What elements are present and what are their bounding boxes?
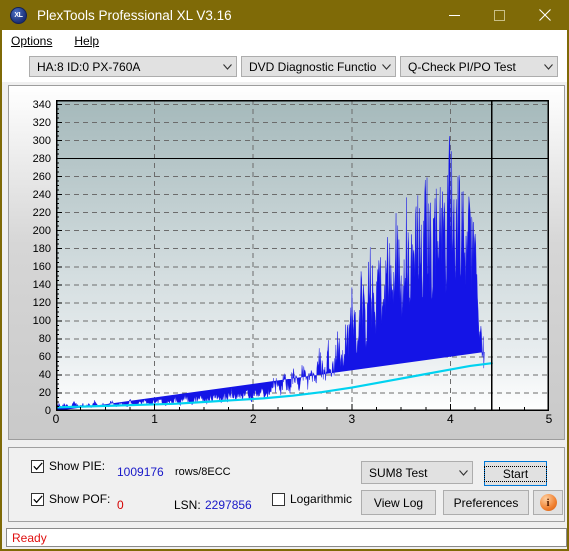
start-button-label: Start: [483, 465, 548, 482]
preferences-button-label: Preferences: [453, 495, 519, 510]
window-title: PlexTools Professional XL V3.16: [37, 7, 232, 23]
xl-logo-icon: XL: [10, 6, 27, 24]
minimize-icon[interactable]: [432, 0, 477, 30]
plot-area[interactable]: [56, 100, 549, 411]
lsn-value: 2297856: [205, 498, 252, 512]
show-pie-checkbox[interactable]: Show PIE:: [31, 459, 105, 473]
function-select[interactable]: DVD Diagnostic Functions: [241, 56, 396, 77]
close-icon[interactable]: [522, 0, 567, 30]
test-select[interactable]: Q-Check PI/PO Test: [400, 56, 558, 77]
show-pof-label: Show POF:: [49, 492, 111, 506]
xl-logo-text: XL: [14, 11, 23, 19]
chart-panel: 0 20 40 60 80 100 120 140 160 180 200 220 240 260 280 3…: [8, 85, 565, 440]
y-axis-tick-labels: 0 20 40 60 80 100 120 140 160 180 200 220 240 260 280 3…: [9, 86, 56, 418]
chevron-down-icon: [539, 57, 557, 76]
x-axis-tick-labels: 0 1 2 3 4 5: [52, 411, 553, 429]
logarithmic-checkbox[interactable]: Logarithmic: [272, 492, 352, 506]
x-tick-label: 5: [545, 412, 553, 426]
y-tick-label: 340: [32, 98, 51, 111]
checkmark-icon: [31, 492, 44, 506]
pof-total-value: 0: [117, 498, 124, 512]
title-bar: XL PlexTools Professional XL V3.16: [2, 0, 567, 30]
drive-select-value: HA:8 ID:0 PX-760A: [37, 59, 141, 74]
control-panel: Show PIE: 1009176 rows/8ECC SUM8 Test St…: [8, 447, 565, 522]
y-tick-label: 280: [32, 152, 51, 165]
start-button[interactable]: Start: [483, 461, 548, 486]
y-tick-label: 180: [32, 242, 51, 255]
info-button[interactable]: i: [533, 490, 563, 515]
y-tick-label: 40: [38, 368, 51, 381]
drive-select[interactable]: HA:8 ID:0 PX-760A: [29, 56, 237, 77]
y-tick-label: 100: [32, 314, 51, 327]
y-tick-label: 220: [32, 206, 51, 219]
x-tick-label: 2: [249, 412, 257, 426]
menu-item-help[interactable]: Help: [72, 32, 107, 50]
chevron-down-icon: [377, 57, 395, 76]
x-tick-label: 3: [348, 412, 356, 426]
function-select-value: DVD Diagnostic Functions: [249, 59, 377, 74]
test-mode-select[interactable]: SUM8 Test: [361, 461, 473, 484]
status-bar: Ready: [6, 528, 567, 547]
chevron-down-icon: [454, 462, 472, 483]
maximize-icon[interactable]: [477, 0, 522, 30]
test-select-value: Q-Check PI/PO Test: [408, 59, 516, 74]
chevron-down-icon: [218, 57, 236, 76]
y-tick-label: 320: [32, 116, 51, 129]
x-tick-label: 0: [52, 412, 60, 426]
menu-options-label: Options: [11, 33, 53, 48]
y-tick-label: 240: [32, 188, 51, 201]
y-tick-label: 300: [32, 134, 51, 147]
toolbar: HA:8 ID:0 PX-760A DVD Diagnostic Functio…: [2, 51, 567, 82]
y-tick-label: 200: [32, 224, 51, 237]
y-tick-label: 160: [32, 260, 51, 273]
window-buttons: [432, 0, 567, 30]
logarithmic-label: Logarithmic: [290, 492, 353, 506]
view-log-button-label: View Log: [373, 495, 424, 510]
y-tick-label: 20: [38, 386, 51, 399]
view-log-button[interactable]: View Log: [361, 490, 436, 515]
y-tick-label: 260: [32, 170, 51, 183]
preferences-button[interactable]: Preferences: [443, 490, 529, 515]
show-pof-checkbox[interactable]: Show POF:: [31, 492, 110, 506]
pi-po-chart: [56, 100, 549, 411]
show-pie-label: Show PIE:: [49, 459, 106, 473]
info-icon: i: [539, 494, 557, 511]
status-text: Ready: [12, 530, 47, 545]
x-tick-label: 4: [447, 412, 454, 426]
empty-checkbox-icon: [272, 492, 285, 506]
y-tick-label: 60: [38, 350, 51, 363]
y-tick-label: 140: [32, 278, 51, 291]
y-tick-label: 0: [44, 405, 51, 417]
application-window: XL PlexTools Professional XL V3.16 Optio…: [0, 0, 569, 551]
pie-total-value: 1009176: [117, 465, 164, 479]
menu-item-options[interactable]: Options: [9, 32, 60, 50]
info-icon-glyph: i: [546, 496, 550, 509]
lsn-label: LSN:: [174, 498, 201, 512]
checkmark-icon: [31, 459, 44, 473]
test-mode-value: SUM8 Test: [369, 465, 428, 480]
pie-unit-label: rows/8ECC: [175, 466, 231, 478]
y-tick-label: 120: [32, 296, 51, 309]
menu-help-label: Help: [74, 33, 100, 48]
y-tick-label: 80: [38, 332, 51, 345]
x-tick-label: 1: [151, 412, 158, 426]
menu-bar: Options Help: [2, 30, 567, 51]
